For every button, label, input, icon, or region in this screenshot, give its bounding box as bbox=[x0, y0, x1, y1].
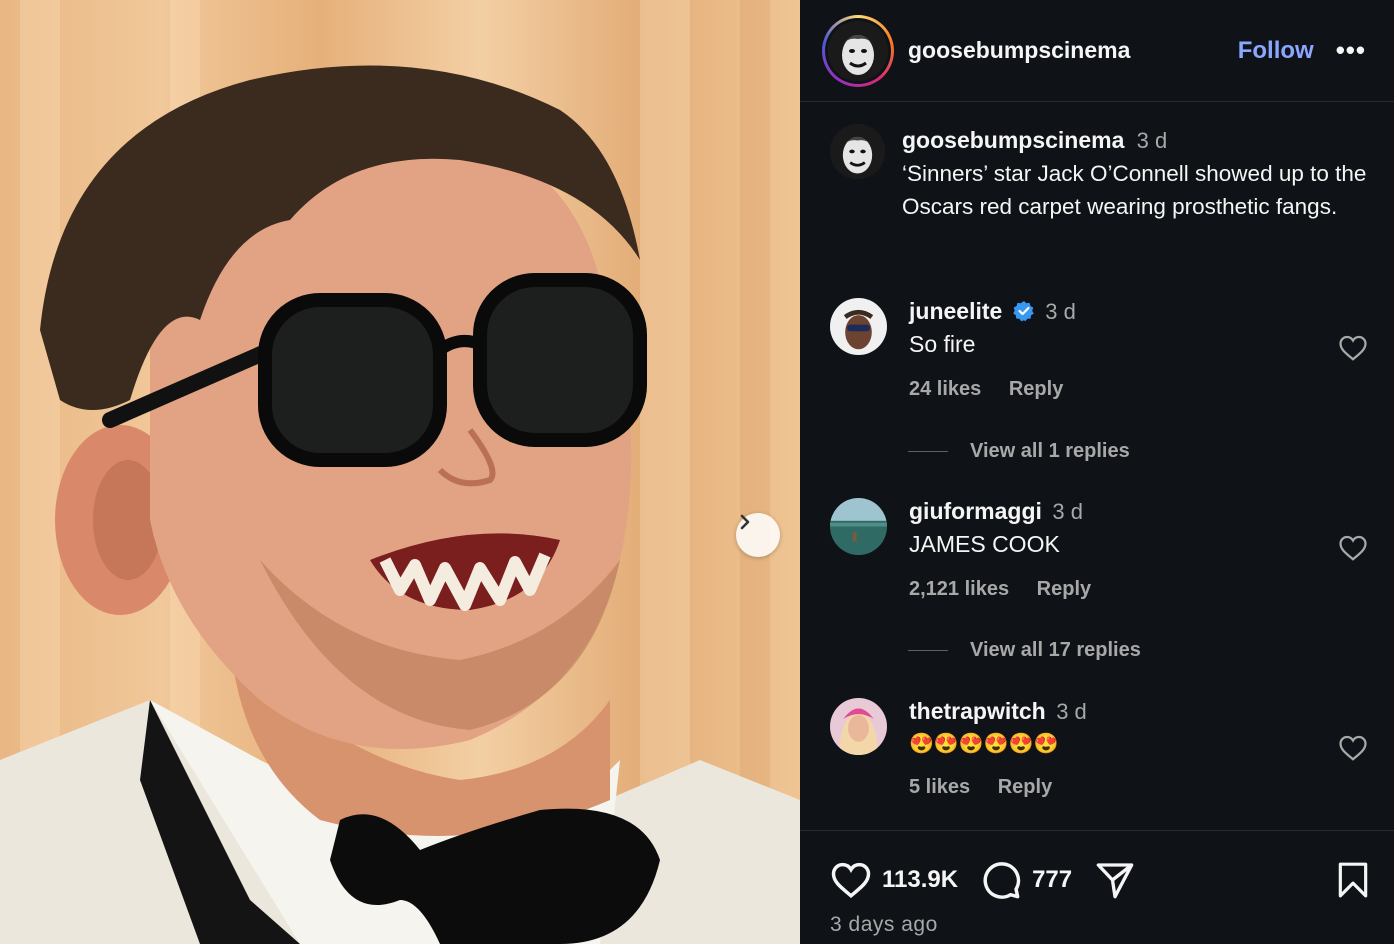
view-replies-button[interactable]: View all 1 replies bbox=[908, 440, 1130, 463]
view-replies-button[interactable]: View all 17 replies bbox=[908, 639, 1141, 662]
post-actions: 113.9K 777 3 days ago bbox=[800, 830, 1394, 944]
caption-username[interactable]: goosebumpscinema bbox=[902, 127, 1124, 153]
bookmark-icon bbox=[1338, 862, 1368, 898]
post-header: goosebumpscinema Follow ••• bbox=[800, 0, 1394, 102]
reply-button[interactable]: Reply bbox=[1009, 378, 1063, 400]
comments-list[interactable]: goosebumpscinema 3 d ‘Sinners’ star Jack… bbox=[800, 102, 1394, 830]
post-photo[interactable] bbox=[0, 0, 800, 944]
follow-button[interactable]: Follow bbox=[1238, 37, 1314, 65]
comment-like-button[interactable] bbox=[1338, 334, 1368, 367]
comment-item: juneelite 3 d So fire 24 likes Reply bbox=[830, 298, 1370, 401]
commenter-avatar[interactable] bbox=[830, 498, 887, 555]
comment-username[interactable]: giuformaggi bbox=[909, 498, 1042, 524]
caption-time: 3 d bbox=[1136, 128, 1168, 153]
reply-button[interactable]: Reply bbox=[1037, 578, 1091, 600]
share-icon bbox=[1096, 863, 1134, 899]
reply-button[interactable]: Reply bbox=[998, 776, 1052, 798]
comments-count[interactable]: 777 bbox=[1032, 866, 1072, 894]
more-icon[interactable]: ••• bbox=[1336, 35, 1366, 66]
likes-count[interactable]: 113.9K bbox=[882, 866, 958, 894]
comment-button[interactable] bbox=[980, 859, 1022, 901]
comment-item: thetrapwitch 3 d 😍😍😍😍😍😍 5 likes Reply bbox=[830, 698, 1370, 799]
heart-icon bbox=[1339, 335, 1367, 361]
comment-username[interactable]: thetrapwitch bbox=[909, 698, 1046, 724]
comment-text: JAMES COOK bbox=[909, 531, 1060, 557]
divider-line bbox=[908, 451, 948, 452]
view-replies-label: View all 17 replies bbox=[970, 639, 1141, 661]
post-timestamp[interactable]: 3 days ago bbox=[830, 913, 938, 937]
comment-text: 😍😍😍😍😍😍 bbox=[909, 733, 1059, 755]
comment-username[interactable]: juneelite bbox=[909, 298, 1002, 324]
chevron-right-icon bbox=[740, 514, 750, 530]
like-button[interactable] bbox=[830, 860, 872, 900]
view-replies-label: View all 1 replies bbox=[970, 440, 1130, 462]
post-caption: goosebumpscinema 3 d ‘Sinners’ star Jack… bbox=[830, 124, 1382, 223]
commenter-avatar[interactable] bbox=[830, 298, 887, 355]
heart-icon bbox=[831, 862, 871, 899]
comment-likes[interactable]: 2,121 likes bbox=[909, 578, 1009, 600]
author-avatar bbox=[828, 20, 888, 81]
heart-icon bbox=[1339, 535, 1367, 561]
post-sidebar: goosebumpscinema Follow ••• goosebumpsci… bbox=[800, 0, 1394, 944]
comment-time: 3 d bbox=[1056, 699, 1087, 724]
comment-likes[interactable]: 24 likes bbox=[909, 378, 981, 400]
commenter-avatar[interactable] bbox=[830, 698, 887, 755]
caption-text: ‘Sinners’ star Jack O’Connell showed up … bbox=[902, 161, 1367, 219]
post-photo-illustration bbox=[0, 0, 800, 944]
next-photo-button[interactable] bbox=[736, 513, 780, 557]
comment-time: 3 d bbox=[1045, 299, 1076, 324]
save-button[interactable] bbox=[1336, 861, 1370, 904]
comment-like-button[interactable] bbox=[1338, 734, 1368, 767]
comment-text: So fire bbox=[909, 331, 976, 357]
author-username[interactable]: goosebumpscinema bbox=[908, 37, 1130, 64]
heart-icon bbox=[1339, 735, 1367, 761]
comment-like-button[interactable] bbox=[1338, 534, 1368, 567]
verified-badge-icon bbox=[1012, 301, 1034, 322]
divider-line bbox=[908, 650, 948, 651]
comment-likes[interactable]: 5 likes bbox=[909, 776, 970, 798]
story-ring[interactable] bbox=[822, 14, 894, 87]
comment-time: 3 d bbox=[1052, 499, 1083, 524]
comment-icon bbox=[983, 862, 1021, 899]
caption-avatar[interactable] bbox=[830, 124, 885, 179]
share-button[interactable] bbox=[1094, 860, 1136, 900]
comment-item: giuformaggi 3 d JAMES COOK 2,121 likes R… bbox=[830, 498, 1370, 601]
